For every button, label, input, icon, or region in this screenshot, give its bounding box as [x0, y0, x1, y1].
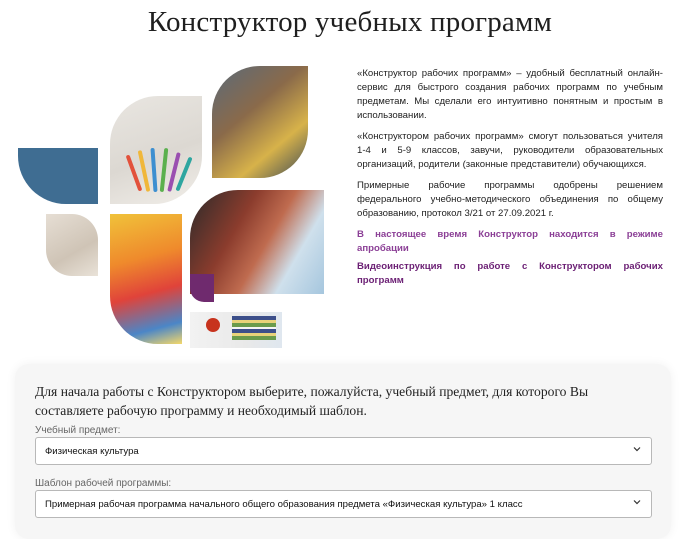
intro-paragraph: «Конструктор рабочих программ» – удобный…	[357, 68, 663, 121]
stationery-cup-photo	[212, 66, 308, 178]
blue-leaf-tile	[18, 148, 98, 204]
template-select[interactable]: Примерная рабочая программа начального о…	[35, 490, 652, 518]
apple-books-photo	[190, 312, 282, 348]
chevron-down-icon	[633, 447, 641, 452]
intro-text: «Конструктор рабочих программ» – удобный…	[357, 67, 663, 288]
template-select-value: Примерная рабочая программа начального о…	[45, 499, 523, 510]
chevron-down-icon	[633, 500, 641, 505]
approbation-notice: В настоящее время Конструктор находится …	[357, 229, 663, 254]
hand-writing-photo	[46, 214, 98, 276]
apple-icon	[206, 318, 220, 332]
hero-image-collage	[0, 0, 340, 360]
subject-select[interactable]: Физическая культура	[35, 437, 652, 465]
program-form: Для начала работы с Конструктором выбери…	[15, 364, 671, 539]
template-label: Шаблон рабочей программы:	[35, 478, 172, 489]
video-instruction-link[interactable]: Видеоинструкция по работе с Конструкторо…	[357, 260, 663, 288]
colored-pencils-photo	[110, 96, 202, 204]
colored-paper-photo	[110, 214, 182, 344]
subject-select-value: Физическая культура	[45, 446, 139, 457]
intro-paragraph: «Конструктором рабочих программ» смогут …	[357, 131, 663, 170]
intro-paragraph: Примерные рабочие программы одобрены реш…	[357, 180, 663, 219]
subject-label: Учебный предмет:	[35, 425, 121, 436]
form-instruction: Для начала работы с Конструктором выбери…	[35, 384, 589, 418]
purple-leaf-tile	[190, 274, 214, 302]
books-icon	[232, 316, 276, 340]
